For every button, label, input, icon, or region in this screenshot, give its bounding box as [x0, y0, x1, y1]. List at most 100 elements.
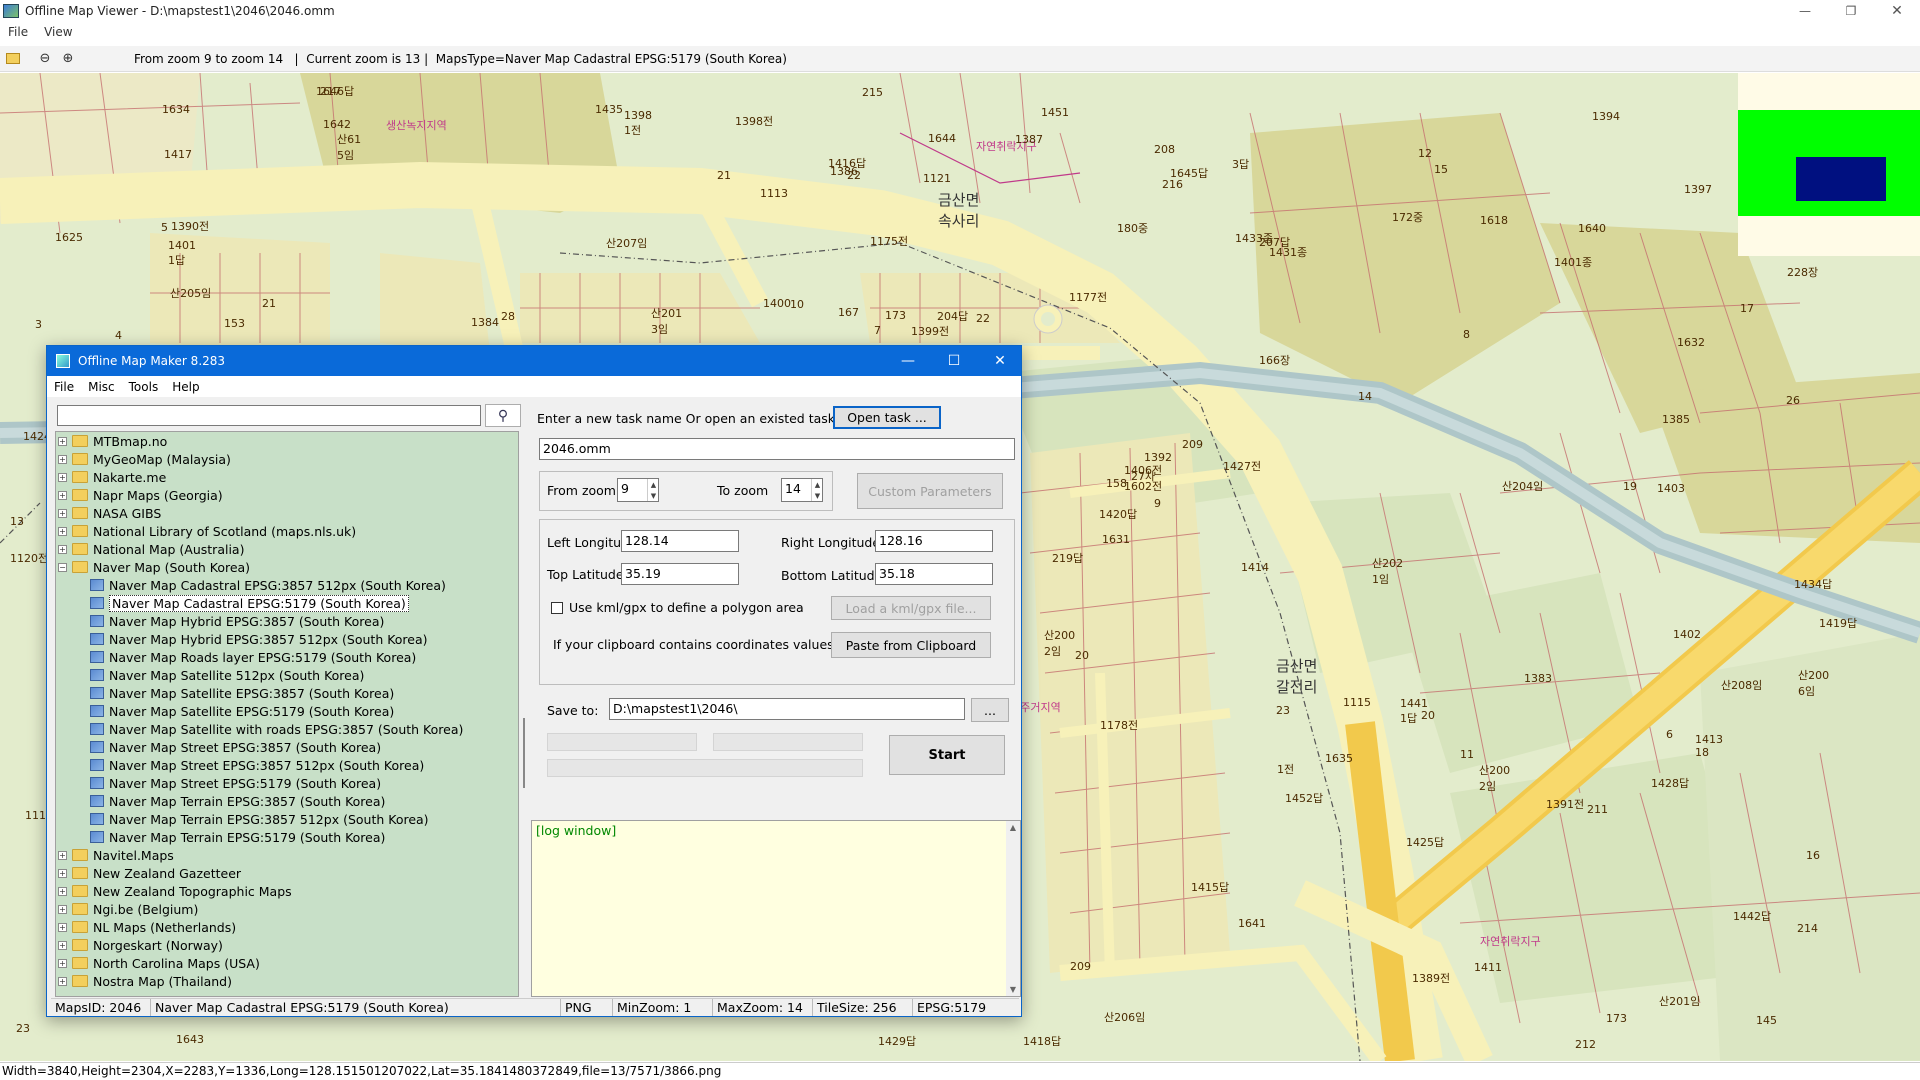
tree-map-item[interactable]: Naver Map Street EPSG:5179 (South Korea)	[56, 774, 381, 792]
dialog-close-icon[interactable]: ✕	[977, 346, 1023, 376]
tree-map-item[interactable]: Naver Map Roads layer EPSG:5179 (South K…	[56, 648, 416, 666]
load-kml-button[interactable]: Load a kml/gpx file...	[831, 596, 991, 620]
tree-folder-item[interactable]: + Navitel.Maps	[56, 846, 174, 864]
expand-icon[interactable]: +	[58, 454, 67, 464]
tree-item-label: New Zealand Gazetteer	[93, 865, 242, 881]
parcel-number-label: 180중	[1117, 222, 1149, 235]
parcel-number-label: 1631	[1102, 533, 1130, 546]
parcel-number-label: 209	[1182, 438, 1203, 451]
dialog-menu-file[interactable]: File	[54, 380, 74, 394]
log-window[interactable]: [log window] ▲ ▼	[531, 820, 1021, 997]
dialog-maximize-icon[interactable]: ☐	[931, 346, 977, 376]
expand-icon[interactable]: +	[58, 958, 67, 968]
tree-folder-item[interactable]: + North Carolina Maps (USA)	[56, 954, 260, 972]
folder-icon	[72, 561, 88, 573]
minimap-viewport[interactable]	[1796, 157, 1886, 201]
dialog-menu-tools[interactable]: Tools	[129, 380, 159, 394]
expand-icon[interactable]: +	[58, 436, 67, 446]
custom-parameters-button[interactable]: Custom Parameters	[857, 473, 1003, 509]
collapse-icon[interactable]: −	[58, 562, 67, 572]
parcel-number-label: 228장	[1787, 266, 1819, 279]
tree-folder-item[interactable]: − Naver Map (South Korea)	[56, 558, 250, 576]
expand-icon[interactable]: +	[58, 544, 67, 554]
expand-icon[interactable]: +	[58, 904, 67, 914]
viewer-statusbar: Width=3840,Height=2304,X=2283,Y=1336,Lon…	[0, 1062, 1920, 1080]
tree-folder-item[interactable]: + NL Maps (Netherlands)	[56, 918, 236, 936]
scroll-up-icon[interactable]: ▲	[1006, 823, 1020, 832]
bottom-latitude-input[interactable]: 35.18	[875, 563, 993, 585]
zoom-in-icon[interactable]: ⊕	[58, 49, 78, 69]
expand-icon[interactable]: +	[58, 472, 67, 482]
use-kml-checkbox[interactable]	[551, 602, 563, 614]
parcel-number-label: 173	[1606, 1012, 1627, 1025]
minimize-icon[interactable]: —	[1782, 0, 1828, 22]
tree-map-item[interactable]: Naver Map Satellite EPSG:3857 (South Kor…	[56, 684, 394, 702]
tree-folder-item[interactable]: + New Zealand Topographic Maps	[56, 882, 292, 900]
tree-folder-item[interactable]: + NASA GIBS	[56, 504, 161, 522]
expand-icon[interactable]: +	[58, 976, 67, 986]
zoom-out-icon[interactable]: ⊖	[35, 49, 55, 69]
from-zoom-spinner[interactable]: ▲ ▼	[647, 479, 659, 501]
parcel-number-label: 산207임	[606, 237, 648, 250]
tree-map-item[interactable]: Naver Map Satellite 512px (South Korea)	[56, 666, 364, 684]
start-button[interactable]: Start	[889, 735, 1005, 775]
task-name-input[interactable]: 2046.omm	[539, 438, 1015, 460]
tree-map-item[interactable]: Naver Map Cadastral EPSG:5179 (South Kor…	[56, 594, 409, 612]
tree-folder-item[interactable]: + Norgeskart (Norway)	[56, 936, 223, 954]
maps-search-input[interactable]	[57, 405, 481, 426]
expand-icon[interactable]: +	[58, 526, 67, 536]
right-longitude-input[interactable]: 128.16	[875, 530, 993, 552]
scroll-down-icon[interactable]: ▼	[1006, 985, 1020, 994]
tree-map-item[interactable]: Naver Map Terrain EPSG:3857 512px (South…	[56, 810, 429, 828]
log-scrollbar[interactable]: ▲ ▼	[1006, 821, 1020, 996]
search-icon[interactable]: ⚲	[485, 404, 521, 427]
expand-icon[interactable]: +	[58, 508, 67, 518]
open-folder-icon[interactable]	[3, 49, 23, 69]
expand-icon[interactable]: +	[58, 868, 67, 878]
expand-icon[interactable]: +	[58, 922, 67, 932]
left-longitude-input[interactable]: 128.14	[621, 530, 739, 552]
dialog-minimize-icon[interactable]: —	[885, 346, 931, 376]
tree-folder-item[interactable]: + Napr Maps (Georgia)	[56, 486, 223, 504]
top-latitude-input[interactable]: 35.19	[621, 563, 739, 585]
clipboard-label: If your clipboard contains coordinates v…	[553, 637, 838, 652]
expand-icon[interactable]: +	[58, 940, 67, 950]
tree-folder-item[interactable]: + MTBmap.no	[56, 432, 167, 450]
expand-icon[interactable]: +	[58, 886, 67, 896]
tree-map-item[interactable]: Naver Map Hybrid EPSG:3857 (South Korea)	[56, 612, 384, 630]
menu-view[interactable]: View	[44, 25, 72, 39]
open-task-button[interactable]: Open task ...	[833, 406, 941, 429]
tree-folder-item[interactable]: + National Library of Scotland (maps.nls.…	[56, 522, 356, 540]
tree-map-item[interactable]: Naver Map Street EPSG:3857 (South Korea)	[56, 738, 381, 756]
tree-map-item[interactable]: Naver Map Terrain EPSG:3857 (South Korea…	[56, 792, 385, 810]
dialog-menu-misc[interactable]: Misc	[88, 380, 115, 394]
expand-icon[interactable]: +	[58, 850, 67, 860]
dialog-menu-help[interactable]: Help	[172, 380, 199, 394]
tree-folder-item[interactable]: + Nakarte.me	[56, 468, 166, 486]
map-layer-icon	[90, 759, 104, 771]
tree-folder-item[interactable]: + New Zealand Gazetteer	[56, 864, 241, 882]
pane-splitter[interactable]	[523, 718, 525, 788]
tree-map-item[interactable]: Naver Map Street EPSG:3857 512px (South …	[56, 756, 424, 774]
tree-map-item[interactable]: Naver Map Terrain EPSG:5179 (South Korea…	[56, 828, 385, 846]
tree-map-item[interactable]: Naver Map Cadastral EPSG:3857 512px (Sou…	[56, 576, 446, 594]
restore-icon[interactable]: ❐	[1828, 0, 1874, 22]
minimap[interactable]	[1738, 73, 1920, 256]
expand-icon[interactable]: +	[58, 490, 67, 500]
save-path-input[interactable]: D:\mapstest1\2046\	[609, 698, 965, 720]
tree-folder-item[interactable]: + National Map (Australia)	[56, 540, 244, 558]
tree-folder-item[interactable]: + Nostra Map (Thailand)	[56, 972, 232, 990]
paste-clipboard-button[interactable]: Paste from Clipboard	[831, 632, 991, 658]
tree-map-item[interactable]: Naver Map Satellite EPSG:5179 (South Kor…	[56, 702, 394, 720]
browse-button[interactable]: ...	[971, 698, 1009, 722]
close-icon[interactable]: ✕	[1874, 0, 1920, 22]
tree-folder-item[interactable]: + Ngi.be (Belgium)	[56, 900, 198, 918]
tree-map-item[interactable]: Naver Map Satellite with roads EPSG:3857…	[56, 720, 463, 738]
tree-map-item[interactable]: Naver Map Hybrid EPSG:3857 512px (South …	[56, 630, 428, 648]
maps-tree[interactable]: + MTBmap.no + MyGeoMap (Malaysia) + Nakarte.m…	[55, 431, 519, 997]
tree-item-label: Naver Map Cadastral EPSG:3857 512px (Sou…	[109, 577, 446, 593]
to-zoom-spinner[interactable]: ▲ ▼	[811, 479, 823, 501]
tree-folder-item[interactable]: + MyGeoMap (Malaysia)	[56, 450, 231, 468]
menu-file[interactable]: File	[8, 25, 28, 39]
tree-item-label: Naver Map Terrain EPSG:3857 512px (South…	[109, 811, 429, 827]
